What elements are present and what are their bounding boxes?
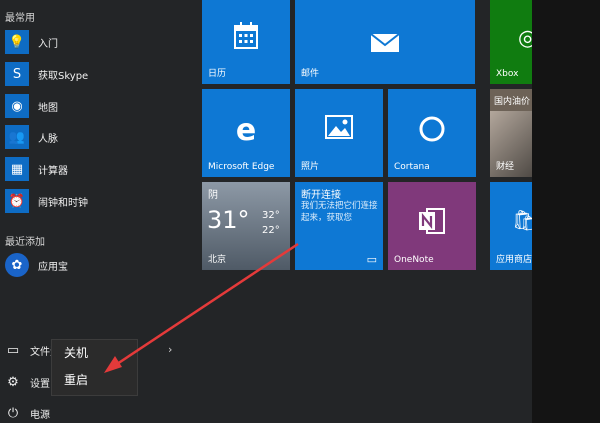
annotation-arrow [104, 242, 299, 373]
